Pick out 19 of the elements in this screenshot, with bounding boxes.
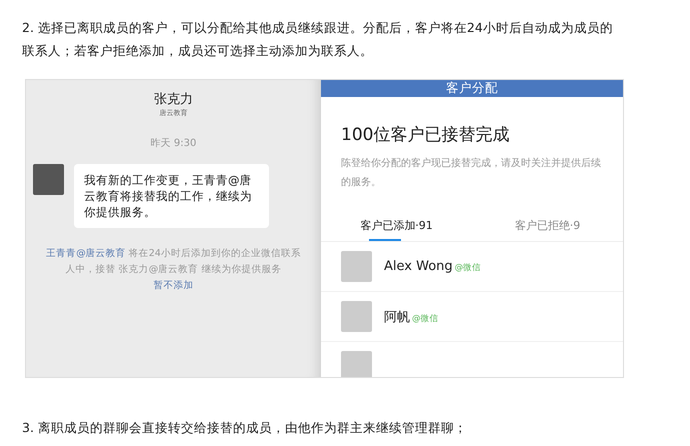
result-description: 陈登给你分配的客户现已接替完成，请及时关注并提供后续的服务。	[341, 156, 602, 190]
avatar-placeholder	[33, 164, 64, 195]
result-title: 100位客户已接替完成	[341, 124, 510, 146]
tab[interactable]: 客户已添加·91	[321, 210, 472, 241]
avatar-placeholder	[341, 351, 372, 377]
paragraph: 3. 离职成员的群聊会直接转交给接替的成员，由他作为群主来继续管理群聊；	[21, 419, 468, 437]
contact-name: 张克力	[154, 91, 193, 108]
system-notice: 王青青@唐云教育 将在24小时后添加到你的企业微信联系人中，接替 张克力@唐云教育 继续为你提供服务 暂不添加	[45, 246, 302, 293]
contact-link[interactable]: 王青青@唐云教育	[46, 248, 126, 259]
message-bubble: 我有新的工作变更，王青青@唐云教育将接替我的工作，继续为你提供服务。	[74, 164, 269, 228]
decline-link[interactable]: 暂不添加	[154, 280, 194, 291]
message-time: 昨天 9:30	[150, 137, 196, 150]
paragraph: 2. 选择已离职成员的客户，可以分配给其他成员继续跟进。分配后，客户将在24小时后自动成为成员的联系人；若客户拒绝添加，成员还可选择主动添加为联系人。	[21, 19, 614, 60]
customer-name[interactable]: 阿帆@微信	[384, 308, 438, 326]
avatar-placeholder	[341, 251, 372, 282]
customer-name[interactable]: Alex Wong@微信	[384, 259, 482, 274]
tab[interactable]: 客户已拒绝·9	[472, 210, 623, 241]
header-bar: 客户分配	[321, 80, 623, 97]
avatar-placeholder	[341, 301, 372, 332]
